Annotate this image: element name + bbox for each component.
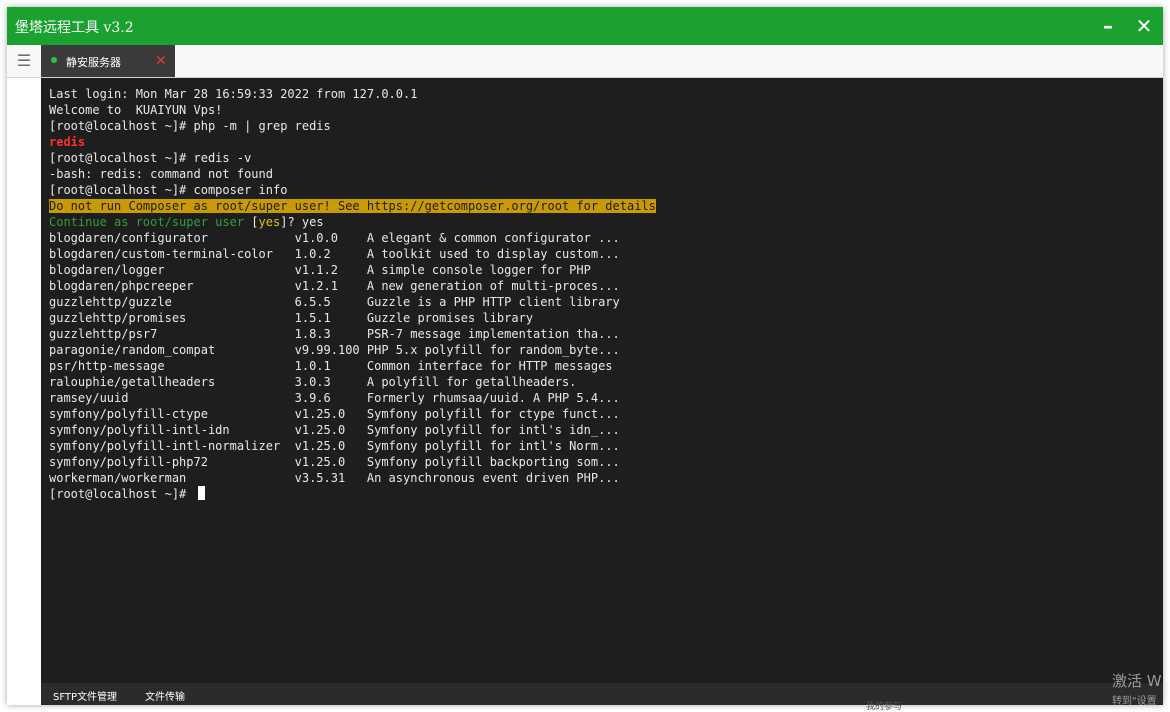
tab-close-icon[interactable]: ✕ [155, 51, 167, 71]
package-line: symfony/polyfill-php72 v1.25.0 Symfony p… [49, 455, 620, 469]
package-line: guzzlehttp/psr7 1.8.3 PSR-7 message impl… [49, 327, 620, 341]
terminal-prompt-line: [root@localhost ~]# [49, 486, 656, 502]
session-tab-bar: ☰ 静安服务器 ✕ [7, 45, 1163, 78]
terminal-line: -bash: redis: command not found [49, 167, 273, 181]
package-line: guzzlehttp/promises 1.5.1 Guzzle promise… [49, 311, 534, 325]
package-line: ramsey/uuid 3.9.6 Formerly rhumsaa/uuid.… [49, 391, 620, 405]
terminal-line: Welcome to KUAIYUN Vps! [49, 103, 223, 117]
confirm-prompt: Continue as root/super user [49, 215, 252, 229]
package-line: psr/http-message 1.0.1 Common interface … [49, 359, 613, 373]
composer-warning: Do not run Composer as root/super user! … [49, 199, 656, 213]
terminal-line: [root@localhost ~]# composer info [49, 183, 288, 197]
activation-watermark-sub: 转到"设置 [1112, 696, 1157, 707]
package-line: workerman/workerman v3.5.31 An asynchron… [49, 471, 620, 485]
terminal-warning-line: Do not run Composer as root/super user! … [49, 198, 656, 214]
sftp-tab[interactable]: SFTP文件管理 [53, 688, 117, 703]
sidebar [7, 78, 41, 705]
background-text: 我的参与 [866, 702, 903, 712]
terminal-line: [root@localhost ~]# php -m | grep redis [49, 119, 331, 133]
title-bar[interactable]: 堡塔远程工具 v3.2 – ✕ [7, 7, 1163, 45]
tab-session[interactable]: 静安服务器 ✕ [41, 45, 175, 77]
terminal-cursor [197, 486, 205, 500]
package-line: guzzlehttp/guzzle 6.5.5 Guzzle is a PHP … [49, 295, 620, 309]
connected-status-icon [51, 57, 57, 63]
terminal-confirm-line: Continue as root/super user [yes]? yes [49, 214, 656, 230]
package-line: paragonie/random_compat v9.99.100 PHP 5.… [49, 343, 620, 357]
file-transfer-tab[interactable]: 文件传输 [145, 688, 185, 703]
minimize-button[interactable]: – [1095, 13, 1121, 39]
package-line: ralouphie/getallheaders 3.0.3 A polyfill… [49, 375, 577, 389]
menu-icon[interactable]: ☰ [7, 45, 41, 77]
package-line: blogdaren/logger v1.1.2 A simple console… [49, 263, 591, 277]
package-line: symfony/polyfill-intl-idn v1.25.0 Symfon… [49, 423, 620, 437]
package-line: blogdaren/custom-terminal-color 1.0.2 A … [49, 247, 620, 261]
terminal[interactable]: Last login: Mon Mar 28 16:59:33 2022 fro… [41, 78, 1163, 683]
activation-watermark: 激活 W [1112, 672, 1162, 690]
terminal-line: [root@localhost ~]# redis -v [49, 151, 252, 165]
package-line: symfony/polyfill-intl-normalizer v1.25.0… [49, 439, 620, 453]
close-window-button[interactable]: ✕ [1131, 13, 1157, 39]
bottom-bar: SFTP文件管理 文件传输 [41, 683, 1163, 705]
confirm-bracket-close: ]? [280, 215, 302, 229]
app-window: 堡塔远程工具 v3.2 – ✕ ☰ 静安服务器 ✕ Last login: Mo… [7, 7, 1163, 705]
confirm-answer: yes [301, 215, 324, 229]
window-title: 堡塔远程工具 v3.2 [15, 20, 134, 36]
terminal-line: Last login: Mon Mar 28 16:59:33 2022 fro… [49, 87, 418, 101]
package-line: symfony/polyfill-ctype v1.25.0 Symfony p… [49, 407, 620, 421]
confirm-default: yes [258, 215, 281, 229]
tab-label: 静安服务器 [66, 56, 121, 69]
terminal-output: Last login: Mon Mar 28 16:59:33 2022 fro… [49, 86, 656, 502]
package-line: blogdaren/configurator v1.0.0 A elegant … [49, 231, 620, 245]
shell-prompt: [root@localhost ~]# [49, 487, 194, 501]
package-line: blogdaren/phpcreeper v1.2.1 A new genera… [49, 279, 620, 293]
terminal-line-redis-match: redis [49, 135, 86, 149]
confirm-bracket-open: [ [251, 215, 259, 229]
